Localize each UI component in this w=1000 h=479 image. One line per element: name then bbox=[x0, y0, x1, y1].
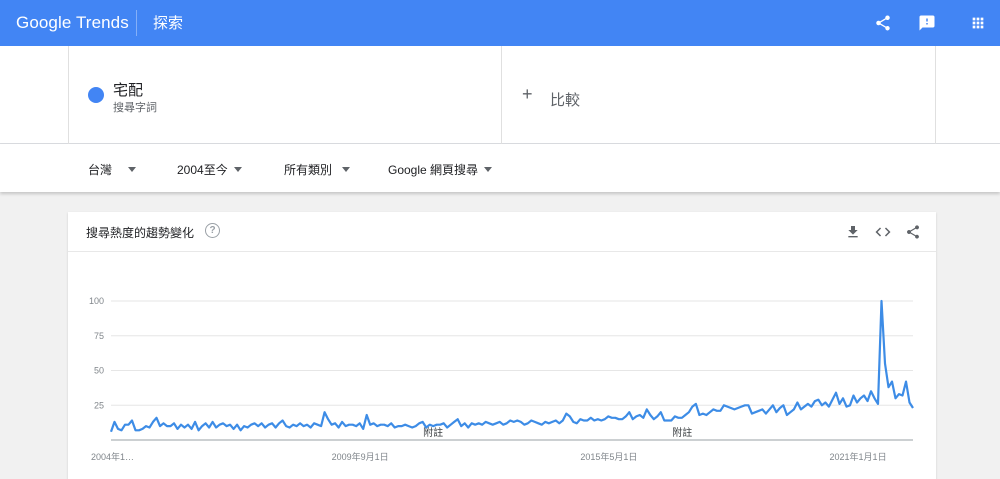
download-icon[interactable] bbox=[844, 223, 862, 241]
share-icon[interactable] bbox=[904, 223, 922, 241]
embed-code-icon[interactable] bbox=[874, 223, 892, 241]
time-range-value: 2004至今 bbox=[177, 163, 228, 177]
chevron-down-icon bbox=[233, 167, 242, 172]
feedback-icon[interactable] bbox=[917, 13, 937, 33]
category-dropdown[interactable]: 所有類別 bbox=[284, 161, 351, 178]
chevron-down-icon bbox=[342, 167, 351, 172]
series-line-宅配 bbox=[109, 299, 914, 433]
chart-gridlines bbox=[111, 300, 913, 441]
chart-notes: 附註 附註 bbox=[423, 426, 692, 439]
region-dropdown[interactable]: 台灣 bbox=[88, 161, 137, 178]
logo-trends-text: Trends bbox=[75, 13, 129, 32]
x-tick-label: 2015年5月1日 bbox=[580, 451, 637, 462]
help-icon[interactable]: ? bbox=[205, 223, 220, 238]
x-tick-label: 2021年1月1日 bbox=[830, 451, 887, 462]
term-name: 宅配 bbox=[113, 82, 144, 99]
chart-note-label[interactable]: 附註 bbox=[672, 426, 692, 439]
x-tick-label: 2009年9月1日 bbox=[332, 451, 389, 462]
y-tick-label: 50 bbox=[94, 366, 104, 376]
header-divider bbox=[136, 10, 137, 36]
card-header: 搜尋熱度的趨勢變化 ? bbox=[68, 212, 936, 252]
y-tick-label: 75 bbox=[94, 331, 104, 341]
search-term-card[interactable]: 宅配 搜尋字詞 bbox=[68, 46, 502, 144]
x-axis-labels: 2004年1… 2009年9月1日 2015年5月1日 2021年1月1日 bbox=[91, 451, 887, 462]
page-title: 探索 bbox=[153, 15, 184, 32]
google-trends-logo[interactable]: Google Trends bbox=[16, 13, 129, 33]
y-axis-labels: 25 50 75 100 bbox=[89, 296, 104, 410]
search-property-dropdown[interactable]: Google 網頁搜尋 bbox=[388, 161, 493, 178]
search-property-value: Google 網頁搜尋 bbox=[388, 163, 479, 177]
y-tick-label: 100 bbox=[89, 296, 104, 306]
category-value: 所有類別 bbox=[284, 163, 333, 177]
logo-google-text: Google bbox=[16, 13, 72, 32]
compare-label: 比較 bbox=[550, 92, 581, 109]
term-color-dot bbox=[88, 87, 104, 103]
interest-over-time-card: 搜尋熱度的趨勢變化 ? 25 50 75 100 2004年1… 2009年9月1日 20… bbox=[68, 212, 936, 479]
compare-button[interactable]: + 比較 bbox=[502, 46, 936, 144]
term-type: 搜尋字詞 bbox=[113, 102, 157, 114]
top-app-bar: Google Trends 探索 bbox=[0, 0, 1000, 46]
x-tick-label: 2004年1… bbox=[91, 451, 134, 462]
interest-line-chart: 25 50 75 100 2004年1… 2009年9月1日 2015年5月1日 2021年… bbox=[89, 296, 914, 462]
share-icon[interactable] bbox=[873, 13, 893, 33]
chevron-down-icon bbox=[128, 167, 137, 172]
apps-icon[interactable] bbox=[968, 13, 988, 33]
time-range-dropdown[interactable]: 2004至今 bbox=[177, 161, 242, 178]
plus-icon: + bbox=[522, 84, 533, 104]
y-tick-label: 25 bbox=[94, 400, 104, 410]
filter-row: 台灣 2004至今 所有類別 Google 網頁搜尋 bbox=[0, 144, 1000, 192]
card-title: 搜尋熱度的趨勢變化 bbox=[86, 226, 195, 240]
compare-row: 宅配 搜尋字詞 + 比較 bbox=[0, 46, 1000, 144]
chevron-down-icon bbox=[484, 167, 493, 172]
region-value: 台灣 bbox=[88, 163, 113, 177]
